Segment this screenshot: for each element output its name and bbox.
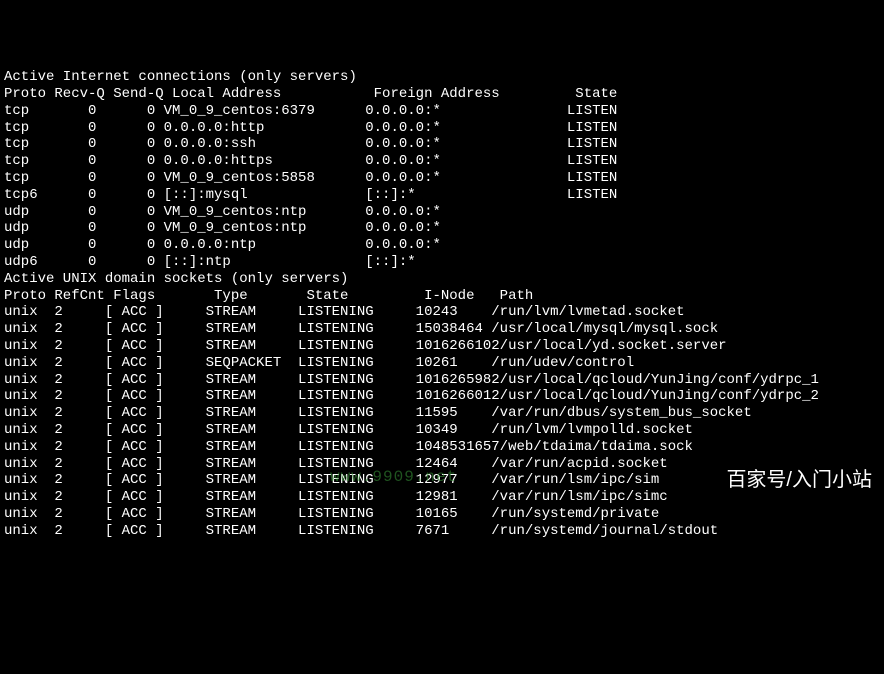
watermark-credit: 百家号/入门小站: [726, 468, 872, 492]
watermark-url: www.9909.net: [330, 468, 457, 487]
